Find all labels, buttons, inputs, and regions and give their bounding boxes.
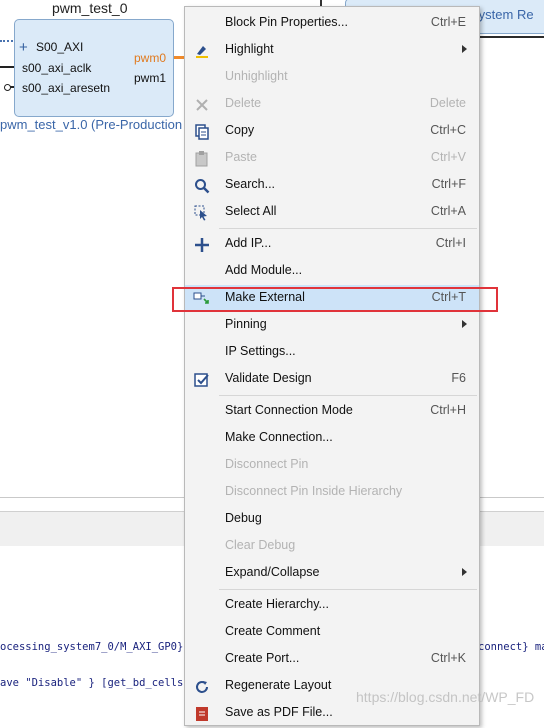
axi-interface-wire	[0, 40, 13, 42]
annotation-highlight-box	[172, 287, 498, 312]
delete-x-icon	[193, 96, 211, 114]
menu-item-label: Disconnect Pin Inside Hierarchy	[225, 484, 403, 498]
pdf-icon	[193, 705, 211, 723]
menu-item-label: IP Settings...	[225, 344, 296, 358]
port-s00-axi[interactable]: S00_AXI	[36, 40, 83, 54]
menu-item-create-comment[interactable]: Create Comment	[185, 619, 479, 646]
menu-item-disconnect-pin-inside-hierarchy: Disconnect Pin Inside Hierarchy	[185, 479, 479, 506]
ip-block-footer: pwm_test_v1.0 (Pre-Production	[0, 117, 183, 132]
menu-item-label: Unhighlight	[225, 69, 288, 83]
select-all-icon	[193, 204, 211, 222]
menu-item-start-connection-mode[interactable]: Start Connection Mode Ctrl+H	[185, 398, 479, 425]
menu-item-shortcut: Ctrl+K	[430, 651, 466, 665]
copy-icon	[193, 123, 211, 141]
menu-item-label: Create Hierarchy...	[225, 597, 329, 611]
menu-item-label: Regenerate Layout	[225, 678, 332, 692]
add-icon	[193, 236, 211, 254]
menu-item-create-port[interactable]: Create Port... Ctrl+K	[185, 646, 479, 673]
menu-item-label: Select All	[225, 204, 277, 218]
menu-item-label: Delete	[225, 96, 262, 110]
menu-item-shortcut: Ctrl+V	[430, 150, 466, 164]
menu-item-label: Add IP...	[225, 236, 272, 250]
submenu-arrow-icon	[462, 320, 467, 328]
menu-item-label: Clear Debug	[225, 538, 296, 552]
highlighter-icon	[193, 42, 211, 60]
menu-item-clear-debug: Clear Debug	[185, 533, 479, 560]
menu-item-copy[interactable]: Copy Ctrl+C	[185, 118, 479, 145]
menu-item-delete: Delete Delete	[185, 91, 479, 118]
menu-item-label: Copy	[225, 123, 255, 137]
menu-item-label: Disconnect Pin	[225, 457, 309, 471]
console-line: ave "Disable" } [get_bd_cells	[0, 677, 184, 689]
menu-item-make-connection[interactable]: Make Connection...	[185, 425, 479, 452]
menu-item-shortcut: Ctrl+I	[435, 236, 466, 250]
paste-icon	[193, 150, 211, 168]
menu-separator	[219, 228, 477, 229]
menu-item-debug[interactable]: Debug	[185, 506, 479, 533]
menu-separator	[219, 395, 477, 396]
port-pwm1[interactable]: pwm1	[134, 71, 166, 85]
ip-instance-name: pwm_test_0	[52, 0, 128, 16]
menu-item-label: Validate Design	[225, 371, 312, 385]
menu-item-ip-settings[interactable]: IP Settings...	[185, 339, 479, 366]
menu-item-unhighlight: Unhighlight	[185, 64, 479, 91]
menu-item-label: Make Connection...	[225, 430, 333, 444]
menu-item-shortcut: Ctrl+F	[431, 177, 466, 191]
ip-block-pwm-test[interactable]: + S00_AXI s00_axi_aclk s00_axi_aresetn p…	[14, 19, 174, 117]
regenerate-icon	[193, 678, 211, 696]
menu-item-shortcut: Ctrl+H	[430, 403, 466, 417]
search-icon	[193, 177, 211, 195]
console-line: connect} ma	[478, 641, 544, 653]
menu-item-shortcut: Delete	[429, 96, 466, 110]
menu-item-label: Paste	[225, 150, 257, 164]
menu-item-label: Highlight	[225, 42, 274, 56]
menu-item-label: Block Pin Properties...	[225, 15, 348, 29]
menu-item-label: Add Module...	[225, 263, 303, 277]
expand-plus-icon[interactable]: +	[19, 40, 28, 55]
net-wire	[480, 36, 544, 38]
menu-item-add-ip[interactable]: Add IP... Ctrl+I	[185, 231, 479, 258]
menu-separator	[219, 589, 477, 590]
menu-item-disconnect-pin: Disconnect Pin	[185, 452, 479, 479]
context-menu[interactable]: Block Pin Properties... Ctrl+E Highlight Un…	[184, 6, 480, 726]
menu-item-label: Start Connection Mode	[225, 403, 353, 417]
menu-item-search[interactable]: Search... Ctrl+F	[185, 172, 479, 199]
port-s00-axi-aresetn[interactable]: s00_axi_aresetn	[22, 81, 110, 95]
submenu-arrow-icon	[462, 568, 467, 576]
menu-item-shortcut: F6	[451, 371, 466, 385]
menu-item-shortcut: Ctrl+C	[430, 123, 466, 137]
active-low-pin-circle	[4, 84, 11, 91]
menu-item-label: Create Comment	[225, 624, 321, 638]
watermark: https://blog.csdn.net/WP_FD	[356, 689, 535, 705]
menu-item-label: Create Port...	[225, 651, 300, 665]
menu-item-validate-design[interactable]: Validate Design F6	[185, 366, 479, 393]
menu-item-create-hierarchy[interactable]: Create Hierarchy...	[185, 592, 479, 619]
menu-item-label: Expand/Collapse	[225, 565, 320, 579]
validate-checkbox-icon	[193, 371, 211, 389]
console-line: ocessing_system7_0/M_AXI_GP0} S	[0, 641, 196, 653]
menu-item-label: Debug	[225, 511, 262, 525]
menu-item-block-pin-properties[interactable]: Block Pin Properties... Ctrl+E	[185, 10, 479, 37]
menu-item-add-module[interactable]: Add Module...	[185, 258, 479, 285]
menu-item-paste: Paste Ctrl+V	[185, 145, 479, 172]
menu-item-expand-collapse[interactable]: Expand/Collapse	[185, 560, 479, 587]
menu-item-label: Search...	[225, 177, 276, 191]
pin-wire-aclk	[0, 66, 14, 68]
menu-item-shortcut: Ctrl+E	[430, 15, 466, 29]
menu-item-pinning[interactable]: Pinning	[185, 312, 479, 339]
menu-item-highlight[interactable]: Highlight	[185, 37, 479, 64]
port-s00-axi-aclk[interactable]: s00_axi_aclk	[22, 61, 91, 75]
menu-item-label: Pinning	[225, 317, 267, 331]
menu-item-select-all[interactable]: Select All Ctrl+A	[185, 199, 479, 226]
menu-item-shortcut: Ctrl+A	[430, 204, 466, 218]
port-pwm0[interactable]: pwm0	[134, 51, 166, 65]
submenu-arrow-icon	[462, 45, 467, 53]
